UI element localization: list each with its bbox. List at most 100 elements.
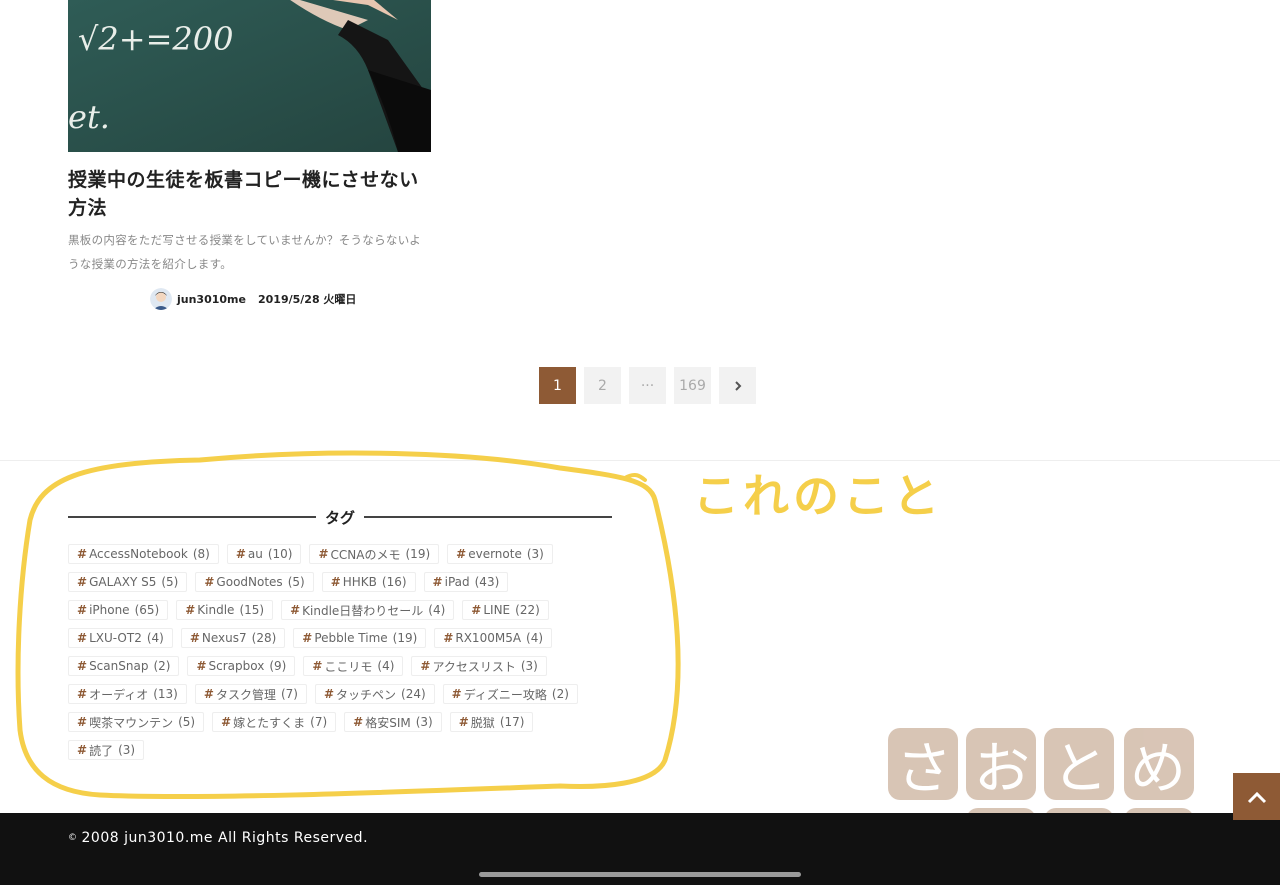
tag-link[interactable]: # RX100M5A (4): [434, 628, 553, 648]
hash-icon: #: [330, 575, 341, 589]
page-next-button[interactable]: [719, 367, 756, 404]
hash-icon: #: [77, 547, 88, 561]
tag-link[interactable]: # Pebble Time (19): [293, 628, 427, 648]
tag-link[interactable]: # ディズニー攻略 (2): [442, 684, 578, 704]
tag-link[interactable]: # evernote (3): [447, 544, 553, 564]
tag-link[interactable]: # Kindle (15): [176, 600, 274, 620]
copyright-mark: ©: [68, 833, 78, 843]
hash-icon: #: [420, 659, 431, 673]
tag-link[interactable]: # LINE (22): [462, 600, 549, 620]
page-ellipsis: ···: [629, 367, 666, 404]
tag-count: (3): [415, 715, 433, 729]
tag-widget-title: タグ: [325, 508, 356, 527]
tag-count: (7): [310, 715, 328, 729]
tag-label: Nexus7: [201, 631, 247, 645]
tag-count: (3): [118, 743, 136, 757]
hash-icon: #: [312, 659, 323, 673]
home-indicator[interactable]: [479, 872, 801, 877]
tag-label: タッチペン: [336, 687, 397, 702]
tag-link[interactable]: # au (10): [226, 544, 302, 564]
hash-icon: #: [221, 715, 232, 729]
tag-count: (9): [269, 659, 287, 673]
tag-link[interactable]: # 喫茶マウンテン (5): [68, 712, 205, 732]
tag-count: (43): [474, 575, 500, 589]
tag-link[interactable]: # iPhone (65): [68, 600, 169, 620]
tag-link[interactable]: # ScanSnap (2): [68, 656, 180, 676]
footer-copyright: © 2008 jun3010.me All Rights Reserved.: [68, 830, 368, 846]
tag-label: CCNAのメモ: [330, 547, 401, 562]
back-to-top-button[interactable]: [1233, 773, 1280, 820]
chalkboard-image: √2+=200 et.: [68, 0, 431, 152]
tag-link[interactable]: # ここリモ (4): [303, 656, 404, 676]
post-author[interactable]: jun3010me: [177, 293, 246, 306]
tag-count: (17): [499, 715, 525, 729]
tag-count: (4): [146, 631, 164, 645]
post-meta: jun3010me 2019/5/28 火曜日: [150, 288, 356, 310]
hash-icon: #: [353, 715, 364, 729]
tag-cloud: # AccessNotebook (8) # au (10) # CCNAのメモ (19) # ev…: [68, 544, 612, 760]
tag-link[interactable]: # LXU-OT2 (4): [68, 628, 173, 648]
post-excerpt: 黒板の内容をただ写させる授業をしていませんか？そうならないような授業の方法を紹介…: [68, 233, 422, 271]
divider: [364, 516, 613, 518]
logo-text: さおとめらいふ: [896, 737, 1206, 802]
tag-label: LINE: [483, 603, 511, 617]
tag-link[interactable]: # アクセスリスト (3): [411, 656, 547, 676]
tag-link[interactable]: # 格安SIM (3): [344, 712, 442, 732]
hash-icon: #: [77, 659, 88, 673]
hash-icon: #: [196, 659, 207, 673]
tag-label: オーディオ: [89, 687, 149, 702]
tag-label: ディズニー攻略: [463, 687, 547, 702]
tag-link[interactable]: # タスク管理 (7): [194, 684, 307, 704]
tag-count: (22): [515, 603, 540, 617]
tag-link[interactable]: # CCNAのメモ (19): [309, 544, 440, 564]
tag-link[interactable]: # iPad (43): [423, 572, 509, 592]
tag-link[interactable]: # オーディオ (13): [68, 684, 187, 704]
tag-count: (19): [405, 547, 431, 561]
tag-link[interactable]: # GALAXY S5 (5): [68, 572, 188, 592]
hash-icon: #: [451, 687, 462, 701]
tag-label: evernote: [468, 547, 522, 561]
tag-label: AccessNotebook: [89, 547, 188, 561]
tag-link[interactable]: # HHKB (16): [321, 572, 416, 592]
post-thumbnail[interactable]: √2+=200 et.: [68, 0, 431, 152]
tag-link[interactable]: # AccessNotebook (8): [68, 544, 219, 564]
hash-icon: #: [189, 631, 200, 645]
tag-count: (4): [428, 603, 446, 617]
hash-icon: #: [77, 743, 88, 757]
tag-count: (3): [526, 547, 544, 561]
tag-label: タスク管理: [215, 687, 276, 702]
tag-link[interactable]: # 嫁とたすくま (7): [212, 712, 337, 732]
hash-icon: #: [203, 687, 214, 701]
tag-label: iPhone: [89, 603, 130, 617]
tag-label: GALAXY S5: [89, 575, 157, 589]
tag-count: (15): [239, 603, 265, 617]
tag-link[interactable]: # タッチペン (24): [314, 684, 435, 704]
tag-label: GoodNotes: [216, 575, 283, 589]
hash-icon: #: [204, 575, 215, 589]
hash-icon: #: [318, 547, 329, 561]
tag-link[interactable]: # Nexus7 (28): [180, 628, 286, 648]
tag-count: (28): [251, 631, 277, 645]
tag-link[interactable]: # 読了 (3): [68, 740, 145, 760]
tag-count: (4): [377, 659, 395, 673]
tag-link[interactable]: # Scrapbox (9): [187, 656, 296, 676]
tag-count: (19): [392, 631, 418, 645]
tag-link[interactable]: # Kindle日替わりセール (4): [281, 600, 455, 620]
tag-count: (2): [153, 659, 171, 673]
page-link-2[interactable]: 2: [584, 367, 621, 404]
hash-icon: #: [290, 603, 301, 617]
tag-link[interactable]: # GoodNotes (5): [195, 572, 314, 592]
tag-count: (24): [401, 687, 426, 701]
hash-icon: #: [458, 715, 469, 729]
tag-count: (3): [520, 659, 538, 673]
tag-count: (13): [153, 687, 178, 701]
page-link-last[interactable]: 169: [674, 367, 711, 404]
tag-count: (16): [381, 575, 407, 589]
tag-count: (65): [134, 603, 160, 617]
tag-link[interactable]: # 脱獄 (17): [449, 712, 534, 732]
page-current[interactable]: 1: [539, 367, 576, 404]
hash-icon: #: [456, 547, 467, 561]
post-title[interactable]: 授業中の生徒を板書コピー機にさせない方法: [68, 166, 438, 222]
post-date: 2019/5/28 火曜日: [257, 293, 357, 306]
hash-icon: #: [302, 631, 313, 645]
